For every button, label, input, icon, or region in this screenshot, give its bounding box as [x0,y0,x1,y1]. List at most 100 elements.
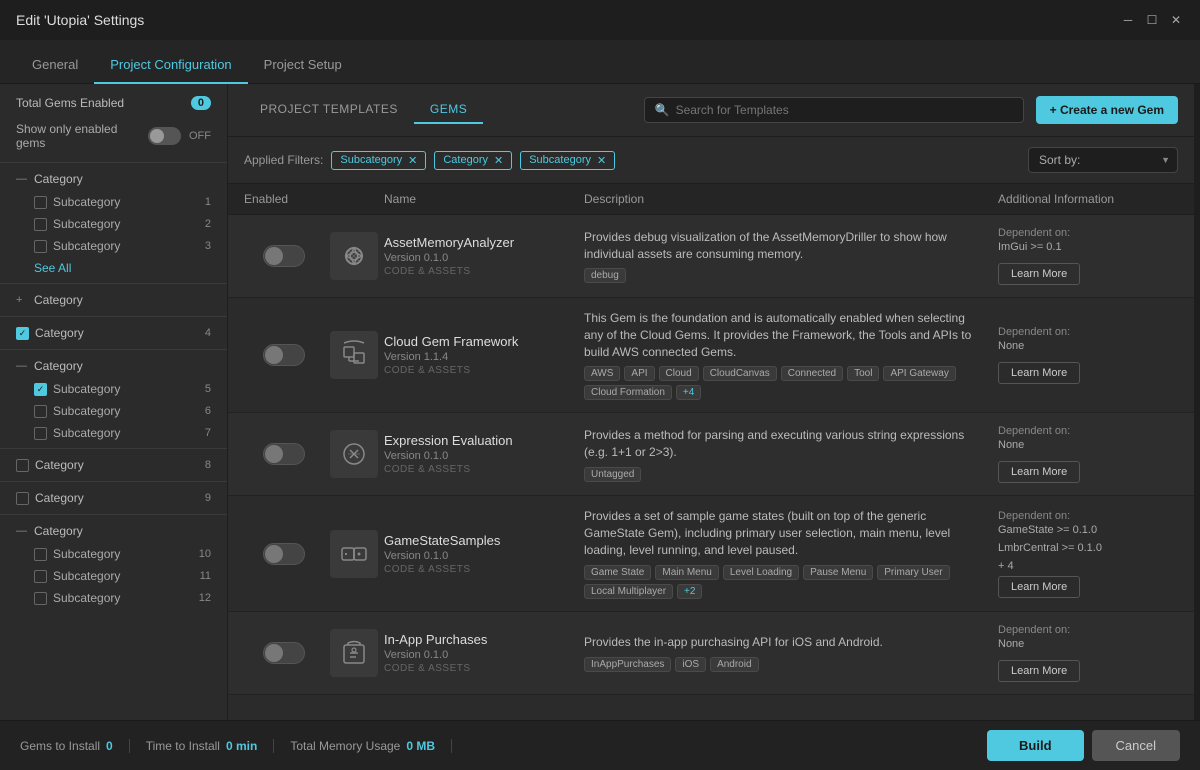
gem-tag: CloudCanvas [703,366,777,381]
sidebar-item-subcategory-10[interactable]: Subcategory 10 [0,543,227,565]
toggle-off-switch[interactable] [263,344,305,366]
gem-icon-wrap [324,232,384,280]
subcategory-2-checkbox[interactable] [34,218,47,231]
tab-gems[interactable]: GEMS [414,96,483,124]
learn-more-button[interactable]: Learn More [998,576,1080,598]
tab-project-setup[interactable]: Project Setup [248,47,358,84]
toggle-state-label: OFF [189,130,211,142]
gem-toggle-asset-memory[interactable] [244,245,324,267]
dep-value: None [998,340,1178,352]
subcategory-7-checkbox[interactable] [34,427,47,440]
toggle-off-switch[interactable] [263,642,305,664]
sort-by-wrapper: Sort by: Name Version [1028,147,1178,173]
gem-tag: Cloud Formation [584,385,672,400]
gem-toggle-inapp[interactable] [244,642,324,664]
gem-version: Version 0.1.0 [384,450,572,462]
filter-tag-x-2[interactable]: ✕ [494,154,503,167]
sort-by-select[interactable]: Sort by: Name Version [1028,147,1178,173]
subcategory-11-checkbox[interactable] [34,570,47,583]
window-title: Edit 'Utopia' Settings [16,12,144,28]
filter-tag-subcategory-1[interactable]: Subcategory ✕ [331,151,426,170]
category-5-checkbox[interactable] [16,459,29,472]
tab-project-configuration[interactable]: Project Configuration [94,47,247,84]
gem-toggle-cloud-gem[interactable] [244,344,324,366]
filter-tag-subcategory-2[interactable]: Subcategory ✕ [520,151,615,170]
gem-tag: Untagged [584,467,641,482]
learn-more-button[interactable]: Learn More [998,263,1080,285]
sidebar-item-subcategory-11[interactable]: Subcategory 11 [0,565,227,587]
sidebar-item-category-7[interactable]: — Category [0,519,227,543]
subcategory-1-checkbox[interactable] [34,196,47,209]
search-input[interactable] [676,103,1013,117]
category-3-checkbox[interactable] [16,327,29,340]
gem-name-col: Cloud Gem Framework Version 1.1.4 CODE &… [384,334,584,376]
sidebar-item-subcategory-1[interactable]: Subcategory 1 [0,191,227,213]
subcategory-5-count: 5 [205,383,211,395]
right-scrollbar[interactable] [1194,84,1200,720]
sidebar-item-subcategory-12[interactable]: Subcategory 12 [0,587,227,609]
time-to-install-stat: Time to Install 0 min [146,739,275,753]
subcategory-1-label: Subcategory [53,195,199,209]
sidebar-item-subcategory-7[interactable]: Subcategory 7 [0,422,227,444]
col-header-enabled: Enabled [244,192,324,206]
learn-more-button[interactable]: Learn More [998,362,1080,384]
content-area: PROJECT TEMPLATES GEMS 🔍 + Create a new … [228,84,1194,720]
tab-general[interactable]: General [16,47,94,84]
restore-button[interactable]: ☐ [1144,12,1160,28]
sidebar-item-category-4[interactable]: — Category [0,354,227,378]
subcategory-6-checkbox[interactable] [34,405,47,418]
search-box[interactable]: 🔍 [644,97,1024,123]
gem-tag: AWS [584,366,620,381]
tab-project-templates[interactable]: PROJECT TEMPLATES [244,96,414,124]
col-header-name: Name [384,192,584,206]
sidebar-divider-3 [0,316,227,317]
filter-tag-x-1[interactable]: ✕ [408,154,417,167]
dep-value: ImGui >= 0.1 [998,241,1178,253]
filter-tag-x-3[interactable]: ✕ [597,154,606,167]
gem-name-col: In-App Purchases Version 0.1.0 CODE & AS… [384,632,584,674]
gem-toggle-gamestate[interactable] [244,543,324,565]
category-6-count: 9 [205,492,211,504]
toggle-off-switch[interactable] [263,443,305,465]
gem-icon-cloud [338,339,370,371]
gem-icon-box [330,232,378,280]
dep-value: None [998,638,1178,650]
gems-to-install-label: Gems to Install [20,739,100,753]
sidebar-item-subcategory-3[interactable]: Subcategory 3 [0,235,227,257]
gem-tag: Local Multiplayer [584,584,673,599]
category-3-count: 4 [205,327,211,339]
learn-more-button[interactable]: Learn More [998,660,1080,682]
filter-tag-category[interactable]: Category ✕ [434,151,512,170]
minimize-button[interactable]: ─ [1120,12,1136,28]
toggle-off-switch[interactable] [263,543,305,565]
see-all-link[interactable]: See All [0,257,227,279]
gem-tag: API [624,366,654,381]
sidebar-item-subcategory-5[interactable]: Subcategory 5 [0,378,227,400]
sidebar-item-subcategory-6[interactable]: Subcategory 6 [0,400,227,422]
subcategory-5-checkbox[interactable] [34,383,47,396]
category-6-checkbox[interactable] [16,492,29,505]
sidebar-item-subcategory-2[interactable]: Subcategory 2 [0,213,227,235]
build-button[interactable]: Build [987,730,1084,761]
subcategory-10-checkbox[interactable] [34,548,47,561]
learn-more-button[interactable]: Learn More [998,461,1080,483]
sidebar-item-category-2[interactable]: + Category [0,288,227,312]
sidebar-divider-4 [0,349,227,350]
subcategory-3-checkbox[interactable] [34,240,47,253]
sidebar-item-category-5[interactable]: Category 8 [0,453,227,477]
gem-toggle-expression[interactable] [244,443,324,465]
toggle-off-switch[interactable] [263,245,305,267]
show-enabled-toggle[interactable] [148,127,181,145]
sidebar-item-category-3[interactable]: Category 4 [0,321,227,345]
sidebar-item-category-6[interactable]: Category 9 [0,486,227,510]
sidebar-item-category-1[interactable]: — Category [0,167,227,191]
gem-list: AssetMemoryAnalyzer Version 0.1.0 CODE &… [228,215,1194,720]
sidebar-divider-6 [0,481,227,482]
gem-name-col: AssetMemoryAnalyzer Version 0.1.0 CODE &… [384,235,584,277]
section-tabs: PROJECT TEMPLATES GEMS [244,96,483,124]
subcategory-12-checkbox[interactable] [34,592,47,605]
create-gem-button[interactable]: + Create a new Gem [1036,96,1178,124]
sidebar: Total Gems Enabled 0 Show only enabled g… [0,84,228,720]
cancel-button[interactable]: Cancel [1092,730,1180,761]
close-button[interactable]: ✕ [1168,12,1184,28]
